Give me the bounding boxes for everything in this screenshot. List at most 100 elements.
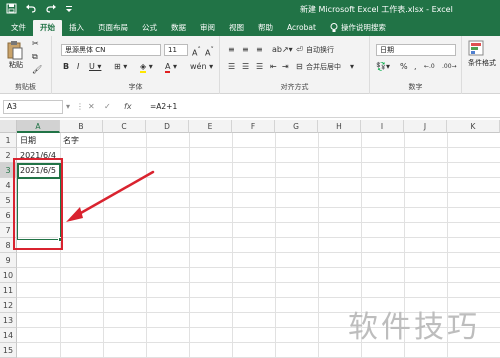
column-header-d[interactable]: D: [146, 120, 189, 133]
row-header-1[interactable]: 1: [0, 133, 17, 148]
increase-indent-icon[interactable]: ⇥: [282, 62, 289, 72]
column-header-f[interactable]: F: [232, 120, 275, 133]
tab-data[interactable]: 数据: [164, 20, 193, 36]
annotation-box: [13, 158, 63, 250]
merge-center-icon[interactable]: ⊟: [296, 62, 303, 72]
wrap-text-icon[interactable]: ⏎: [296, 45, 303, 55]
increase-decimal-icon[interactable]: ←.0: [424, 62, 435, 72]
merge-center-button[interactable]: 合并后居中: [306, 62, 341, 72]
formula-input[interactable]: =A2+1: [150, 100, 177, 114]
tab-file[interactable]: 文件: [4, 20, 33, 36]
tab-insert[interactable]: 插入: [62, 20, 91, 36]
align-top-icon[interactable]: ≡: [228, 45, 235, 55]
accounting-format-icon[interactable]: 💱▾: [376, 62, 390, 72]
insert-function-icon[interactable]: fx: [124, 100, 132, 114]
column-header-b[interactable]: B: [60, 120, 103, 133]
conditional-format-icon: [468, 40, 484, 56]
cell-b1[interactable]: 名字: [60, 133, 103, 148]
tab-view[interactable]: 视图: [222, 20, 251, 36]
column-header-c[interactable]: C: [103, 120, 146, 133]
column-header-k[interactable]: K: [447, 120, 500, 133]
tab-help[interactable]: 帮助: [251, 20, 280, 36]
font-size-select[interactable]: 11: [164, 44, 188, 56]
conditional-format-button[interactable]: 条件格式: [468, 40, 498, 68]
font-name-select[interactable]: 思源黑体 CN: [61, 44, 161, 56]
customize-icon[interactable]: [65, 3, 73, 19]
copy-icon[interactable]: ⧉: [32, 52, 38, 62]
tab-home[interactable]: 开始: [33, 20, 62, 36]
row-header-13[interactable]: 13: [0, 313, 17, 328]
name-box[interactable]: A3: [3, 100, 63, 114]
annotation-arrow: [66, 170, 155, 222]
column-header-h[interactable]: H: [318, 120, 361, 133]
number-label: 数字: [408, 83, 423, 91]
enter-icon[interactable]: ✓: [104, 100, 111, 114]
row-header-10[interactable]: 10: [0, 268, 17, 283]
align-middle-icon[interactable]: ≡: [242, 45, 249, 55]
conditional-format-label: 条件格式: [468, 59, 496, 67]
italic-icon[interactable]: I: [77, 62, 79, 72]
comma-style-button[interactable]: ,: [414, 62, 417, 72]
redo-icon[interactable]: [45, 3, 57, 19]
tell-me-label: 操作说明搜索: [340, 23, 386, 32]
cancel-icon[interactable]: ✕: [88, 100, 95, 114]
decrease-decimal-icon[interactable]: .00→: [442, 62, 457, 72]
window-title: 新建 Microsoft Excel 工作表.xlsx - Excel: [300, 5, 453, 14]
align-center-icon[interactable]: ☰: [242, 62, 249, 72]
paste-icon: [7, 41, 23, 60]
formula-bar: A3 ▾ ⋮ ✕ ✓ fx =A2+1: [0, 96, 500, 118]
shrink-font-icon[interactable]: A˅: [205, 45, 214, 59]
grow-font-icon[interactable]: A˄: [192, 45, 201, 59]
column-header-e[interactable]: E: [189, 120, 232, 133]
underline-icon[interactable]: U ▾: [89, 62, 101, 72]
tell-me-search[interactable]: 操作说明搜索: [323, 20, 393, 36]
save-icon[interactable]: [6, 3, 17, 19]
format-painter-icon[interactable]: 🖌: [32, 65, 42, 75]
align-right-icon[interactable]: ☰: [256, 62, 263, 72]
merge-dropdown-icon[interactable]: ▾: [350, 62, 354, 72]
percent-style-button[interactable]: %: [400, 62, 408, 72]
column-header-g[interactable]: G: [275, 120, 318, 133]
alignment-label: 对齐方式: [280, 83, 309, 91]
row-header-11[interactable]: 11: [0, 283, 17, 298]
phonetic-icon[interactable]: wén ▾: [190, 62, 213, 72]
lightbulb-icon: [330, 23, 338, 32]
styles-group: 条件格式: [462, 36, 500, 94]
number-group: 日期 💱▾ % , ←.0 .00→ 数字: [370, 36, 462, 94]
column-header-i[interactable]: I: [361, 120, 404, 133]
fill-color-icon[interactable]: ◈ ▾: [140, 62, 153, 73]
alignment-group: ≡ ≡ ≡ ab↗▾ ⏎ 自动换行 ☰ ☰ ☰ ⇤ ⇥ ⊟ 合并后居中 ▾ 对齐…: [220, 36, 370, 94]
row-header-12[interactable]: 12: [0, 298, 17, 313]
clipboard-label: 剪贴板: [15, 83, 36, 91]
row-header-9[interactable]: 9: [0, 253, 17, 268]
tab-review[interactable]: 审阅: [193, 20, 222, 36]
undo-icon[interactable]: [25, 3, 37, 19]
namebox-dropdown-icon[interactable]: ▾: [66, 100, 70, 114]
dots-icon: ⋮: [76, 102, 84, 111]
ribbon-home: 粘贴 ✂ ⧉ 🖌 剪贴板 思源黑体 CN 11 A˄ A˅ B I U ▾ ⊞ …: [0, 36, 500, 94]
number-format-select[interactable]: 日期: [376, 44, 456, 56]
tab-acrobat[interactable]: Acrobat: [280, 20, 323, 36]
tab-formulas[interactable]: 公式: [135, 20, 164, 36]
decrease-indent-icon[interactable]: ⇤: [270, 62, 277, 72]
row-header-14[interactable]: 14: [0, 328, 17, 343]
cell-a1[interactable]: 日期: [17, 133, 60, 148]
tab-page-layout[interactable]: 页面布局: [91, 20, 135, 36]
quick-access-toolbar: [6, 3, 73, 19]
ribbon-tabs: 文件 开始 插入 页面布局 公式 数据 审阅 视图 帮助 Acrobat 操作说…: [0, 20, 500, 36]
column-header-j[interactable]: J: [404, 120, 447, 133]
paste-button[interactable]: 粘贴: [6, 40, 26, 72]
title-bar: 新建 Microsoft Excel 工作表.xlsx - Excel: [0, 0, 500, 20]
orientation-icon[interactable]: ab↗▾: [272, 45, 293, 55]
align-left-icon[interactable]: ☰: [228, 62, 235, 72]
select-all-corner[interactable]: [0, 120, 17, 133]
align-bottom-icon[interactable]: ≡: [256, 45, 263, 55]
bold-icon[interactable]: B: [63, 62, 69, 72]
font-color-icon[interactable]: A ▾: [165, 62, 177, 73]
wrap-text-button[interactable]: 自动换行: [306, 45, 334, 55]
cut-icon[interactable]: ✂: [32, 39, 39, 49]
clipboard-group: 粘贴 ✂ ⧉ 🖌 剪贴板: [0, 36, 52, 94]
column-header-a[interactable]: A: [17, 120, 60, 133]
borders-icon[interactable]: ⊞ ▾: [114, 62, 127, 72]
row-header-15[interactable]: 15: [0, 343, 17, 358]
